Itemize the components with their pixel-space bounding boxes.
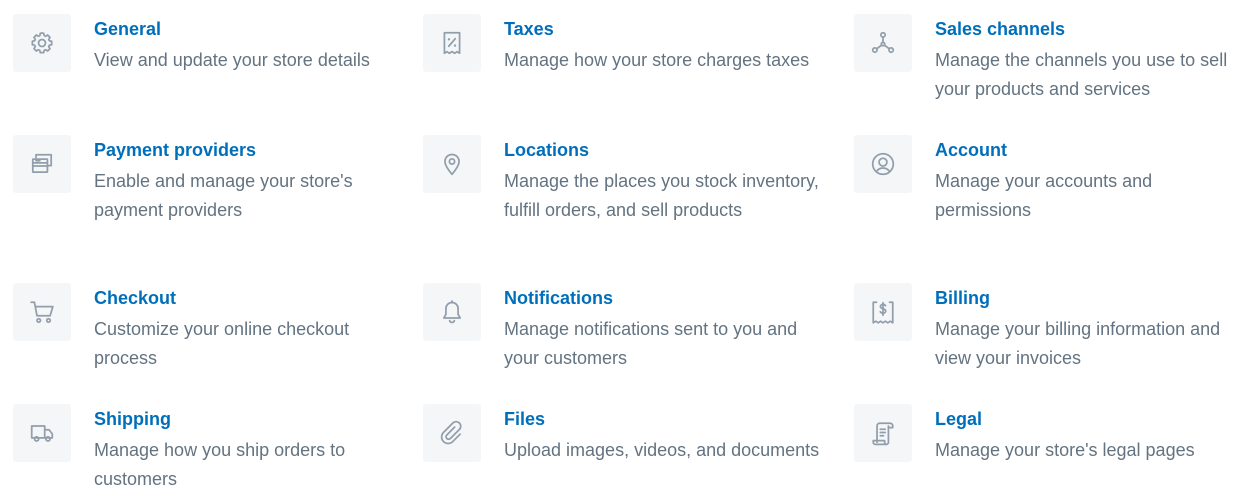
setting-general[interactable]: General View and update your store detai… [13,14,394,75]
setting-title[interactable]: Sales channels [935,18,1235,40]
settings-grid: General View and update your store detai… [0,0,1240,496]
setting-title[interactable]: Notifications [504,287,834,309]
setting-title[interactable]: Shipping [94,408,394,430]
setting-description: Manage the places you stock inventory, f… [504,171,819,220]
setting-title[interactable]: Checkout [94,287,394,309]
setting-title[interactable]: Billing [935,287,1235,309]
setting-title[interactable]: Locations [504,139,834,161]
setting-title[interactable]: General [94,18,394,40]
setting-description: Manage the channels you use to sell your… [935,50,1228,99]
setting-title[interactable]: Legal [935,408,1235,430]
setting-payment-providers[interactable]: Payment providers Enable and manage your… [13,135,394,225]
credit-cards-icon [13,135,71,193]
cart-icon [13,283,71,341]
legal-document-icon [854,404,912,462]
setting-description: View and update your store details [94,50,370,70]
setting-title[interactable]: Taxes [504,18,834,40]
setting-legal[interactable]: Legal Manage your store's legal pages [854,404,1235,465]
setting-description: Enable and manage your store's payment p… [94,171,353,220]
setting-title[interactable]: Files [504,408,834,430]
setting-description: Customize your online checkout process [94,319,350,368]
setting-description: Manage notifications sent to you and you… [504,319,798,368]
setting-title[interactable]: Account [935,139,1235,161]
setting-checkout[interactable]: Checkout Customize your online checkout … [13,283,394,373]
truck-icon [13,404,71,462]
location-pin-icon [423,135,481,193]
paperclip-icon [423,404,481,462]
setting-description: Manage your store's legal pages [935,440,1195,460]
setting-sales-channels[interactable]: Sales channels Manage the channels you u… [854,14,1235,104]
user-circle-icon [854,135,912,193]
setting-description: Manage how you ship orders to customers [94,440,346,489]
setting-files[interactable]: Files Upload images, videos, and documen… [423,404,834,465]
setting-shipping[interactable]: Shipping Manage how you ship orders to c… [13,404,394,494]
invoice-dollar-icon [854,283,912,341]
setting-description: Manage your accounts and permissions [935,171,1153,220]
setting-description: Manage your billing information and view… [935,319,1221,368]
setting-account[interactable]: Account Manage your accounts and permiss… [854,135,1235,225]
setting-locations[interactable]: Locations Manage the places you stock in… [423,135,834,225]
setting-description: Manage how your store charges taxes [504,50,810,70]
receipt-percent-icon [423,14,481,72]
setting-notifications[interactable]: Notifications Manage notifications sent … [423,283,834,373]
setting-taxes[interactable]: Taxes Manage how your store charges taxe… [423,14,834,75]
bell-icon [423,283,481,341]
setting-billing[interactable]: Billing Manage your billing information … [854,283,1235,373]
gear-icon [13,14,71,72]
setting-title[interactable]: Payment providers [94,139,394,161]
setting-description: Upload images, videos, and documents [504,440,820,460]
channels-icon [854,14,912,72]
